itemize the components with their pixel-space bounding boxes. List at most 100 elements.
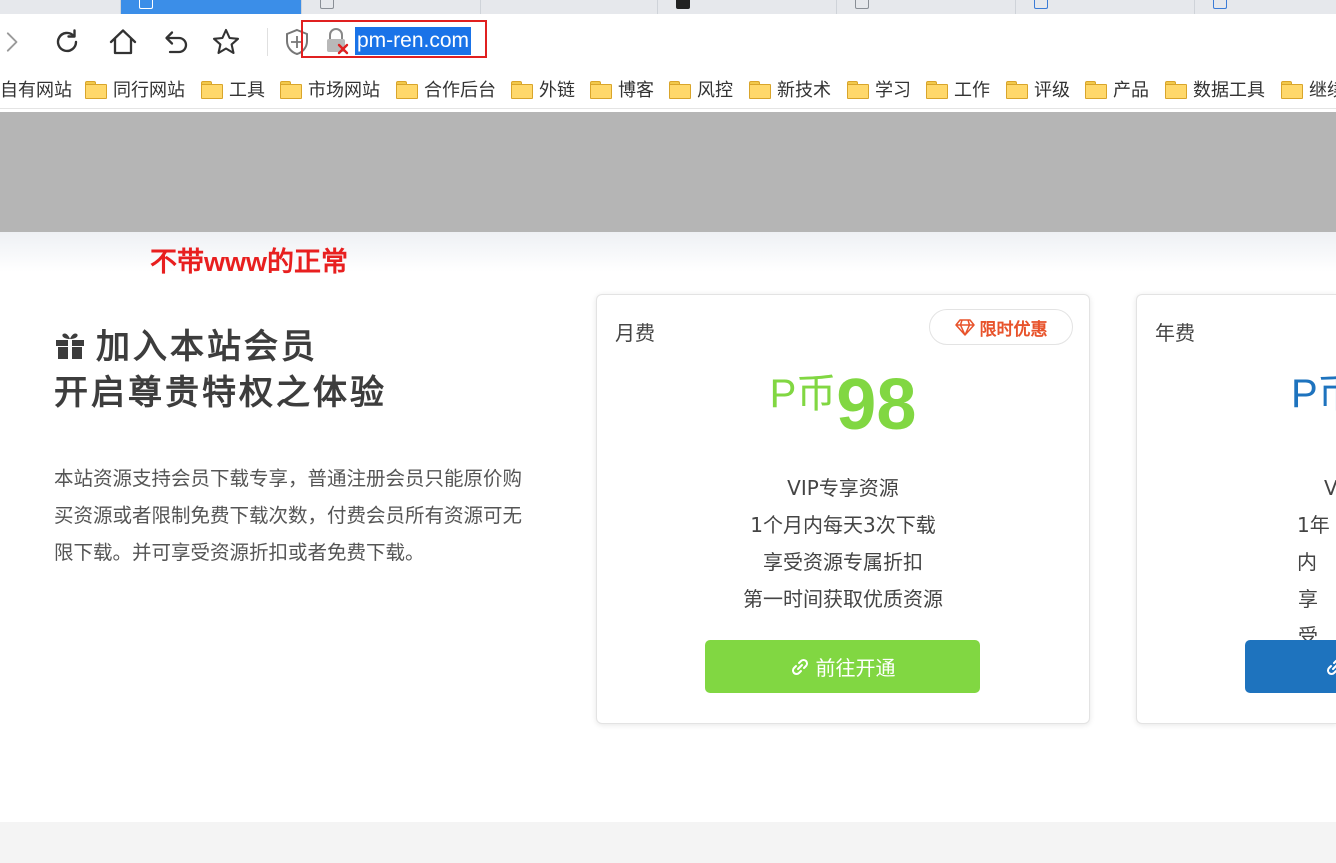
bookmark-label: 新技术 <box>777 80 831 101</box>
folder-icon <box>1006 80 1028 99</box>
price-currency: P币 <box>1291 372 1336 416</box>
folder-icon <box>85 80 107 99</box>
subscribe-button[interactable] <box>1245 640 1336 693</box>
plan-feature: V <box>1137 470 1336 507</box>
folder-icon <box>669 80 691 99</box>
diamond-icon <box>954 319 975 336</box>
tab[interactable] <box>658 0 837 14</box>
plan-label: 年费 <box>1155 321 1195 345</box>
promo-badge-label: 限时优惠 <box>979 319 1048 340</box>
footer-section <box>0 822 1336 863</box>
bookmark-folder[interactable]: 产品 <box>1085 77 1149 101</box>
tab-icon <box>1034 0 1048 9</box>
plan-feature: 第一时间获取优质资源 <box>743 587 943 611</box>
join-description: 本站资源支持会员下载专享，普通注册会员只能原价购买资源或者限制免费下载次数，付费… <box>54 467 523 564</box>
bookmark-folder[interactable]: 自有网站 <box>0 77 72 101</box>
address-bar-url[interactable]: pm-ren.com <box>355 27 472 55</box>
folder-icon <box>1165 80 1187 99</box>
bookmark-folder[interactable]: 博客 <box>590 77 654 101</box>
plan-feature: 享受资源专属折扣 <box>763 550 923 574</box>
gift-icon <box>56 333 84 359</box>
bookmark-folder[interactable]: 评级 <box>1006 77 1070 101</box>
bookmark-folder[interactable]: 数据工具 <box>1165 77 1265 101</box>
subscribe-button-label: 前往开通 <box>815 656 896 680</box>
join-title: 加入本站会员 开启尊贵特权之体验 <box>54 324 387 416</box>
bookmark-label: 外链 <box>539 80 575 101</box>
tab-icon <box>320 0 334 9</box>
folder-icon <box>749 80 771 99</box>
tab[interactable] <box>481 0 658 14</box>
bookmark-label: 自有网站 <box>0 80 72 101</box>
subscribe-button[interactable]: 前往开通 <box>705 640 980 693</box>
price-currency: P币 <box>769 372 837 416</box>
plan-feature: 1年内 <box>1297 513 1330 574</box>
folder-icon <box>590 80 612 99</box>
tab[interactable] <box>302 0 481 14</box>
bookmark-folder[interactable]: 风控 <box>669 77 733 101</box>
tab-icon <box>1213 0 1227 9</box>
folder-icon <box>1281 80 1303 99</box>
tab[interactable] <box>1016 0 1195 14</box>
tab-icon <box>676 0 690 9</box>
bookmark-label: 博客 <box>618 80 654 101</box>
folder-icon <box>280 80 302 99</box>
folder-icon <box>511 80 533 99</box>
link-icon <box>1326 659 1336 675</box>
plan-price: P币98 <box>597 361 1089 446</box>
bookmark-folder[interactable]: 工具 <box>201 77 265 101</box>
bookmark-folder[interactable]: 同行网站 <box>85 77 185 101</box>
plan-label: 月费 <box>615 321 655 345</box>
bookmark-label: 工具 <box>229 80 265 101</box>
folder-icon <box>847 80 869 99</box>
bookmarks-bar: 自有网站 同行网站 工具 市场网站 合作后台 外链 博客 风控 新技术 学习 工… <box>0 70 1336 109</box>
tab-icon <box>855 0 869 9</box>
bookmark-folder[interactable]: 合作后台 <box>396 77 496 101</box>
bookmark-label: 工作 <box>954 80 990 101</box>
plan-feature: 1个月内每天3次下载 <box>750 513 936 537</box>
tab-active[interactable] <box>121 0 302 14</box>
plan-feature: VIP专享资源 <box>787 476 899 500</box>
tab[interactable] <box>1195 0 1336 14</box>
plan-features: VIP专享资源 1个月内每天3次下载 享受资源专属折扣 第一时间获取优质资源 <box>597 470 1089 618</box>
bookmark-folder[interactable]: 市场网站 <box>280 77 380 101</box>
bookmark-folder[interactable]: 工作 <box>926 77 990 101</box>
price-amount: 98 <box>836 365 917 445</box>
plan-price: P币 <box>1291 361 1336 434</box>
bookmark-label: 合作后台 <box>424 80 496 101</box>
bookmark-label: 同行网站 <box>113 80 185 101</box>
plan-card-yearly: 年费 P币 V 1年内 享受 第一时 <box>1136 294 1336 724</box>
bookmark-label: 市场网站 <box>308 80 380 101</box>
bookmark-label: 产品 <box>1113 80 1149 101</box>
forward-button[interactable] <box>0 24 26 60</box>
reload-button[interactable] <box>49 24 85 60</box>
folder-icon <box>201 80 223 99</box>
bookmark-folder[interactable]: 继续 <box>1281 77 1336 101</box>
bookmark-folder[interactable]: 外链 <box>511 77 575 101</box>
folder-icon <box>396 80 418 99</box>
bookmark-folder[interactable]: 新技术 <box>749 77 831 101</box>
bookmark-star-button[interactable] <box>208 24 244 60</box>
reload-icon <box>56 29 78 53</box>
bookmark-label: 学习 <box>875 80 911 101</box>
tab[interactable] <box>837 0 1016 14</box>
join-title-line1: 加入本站会员 <box>96 327 318 367</box>
annotation-text: 不带www的正常 <box>150 247 349 277</box>
undo-button[interactable] <box>158 24 194 60</box>
undo-icon <box>165 31 188 54</box>
tab-icon <box>139 0 153 9</box>
bookmark-label: 评级 <box>1034 80 1070 101</box>
tab-strip <box>0 0 1336 14</box>
toolbar-divider <box>267 28 268 56</box>
home-button[interactable] <box>105 24 141 60</box>
navigation-bar: pm-ren.com <box>0 14 1336 70</box>
bookmark-folder[interactable]: 学习 <box>847 77 911 101</box>
bookmark-label: 数据工具 <box>1193 80 1265 101</box>
forward-icon <box>6 32 18 52</box>
tab[interactable] <box>0 0 121 14</box>
bookmark-label: 继续 <box>1309 80 1336 101</box>
star-icon <box>212 28 240 55</box>
link-icon <box>791 658 808 675</box>
home-icon <box>109 29 137 55</box>
join-title-line2: 开启尊贵特权之体验 <box>54 373 387 413</box>
plan-card-monthly: 月费 限时优惠 P币98 VIP专享资源 1个月内每天3次下载 享受资源专属折扣… <box>596 294 1090 724</box>
